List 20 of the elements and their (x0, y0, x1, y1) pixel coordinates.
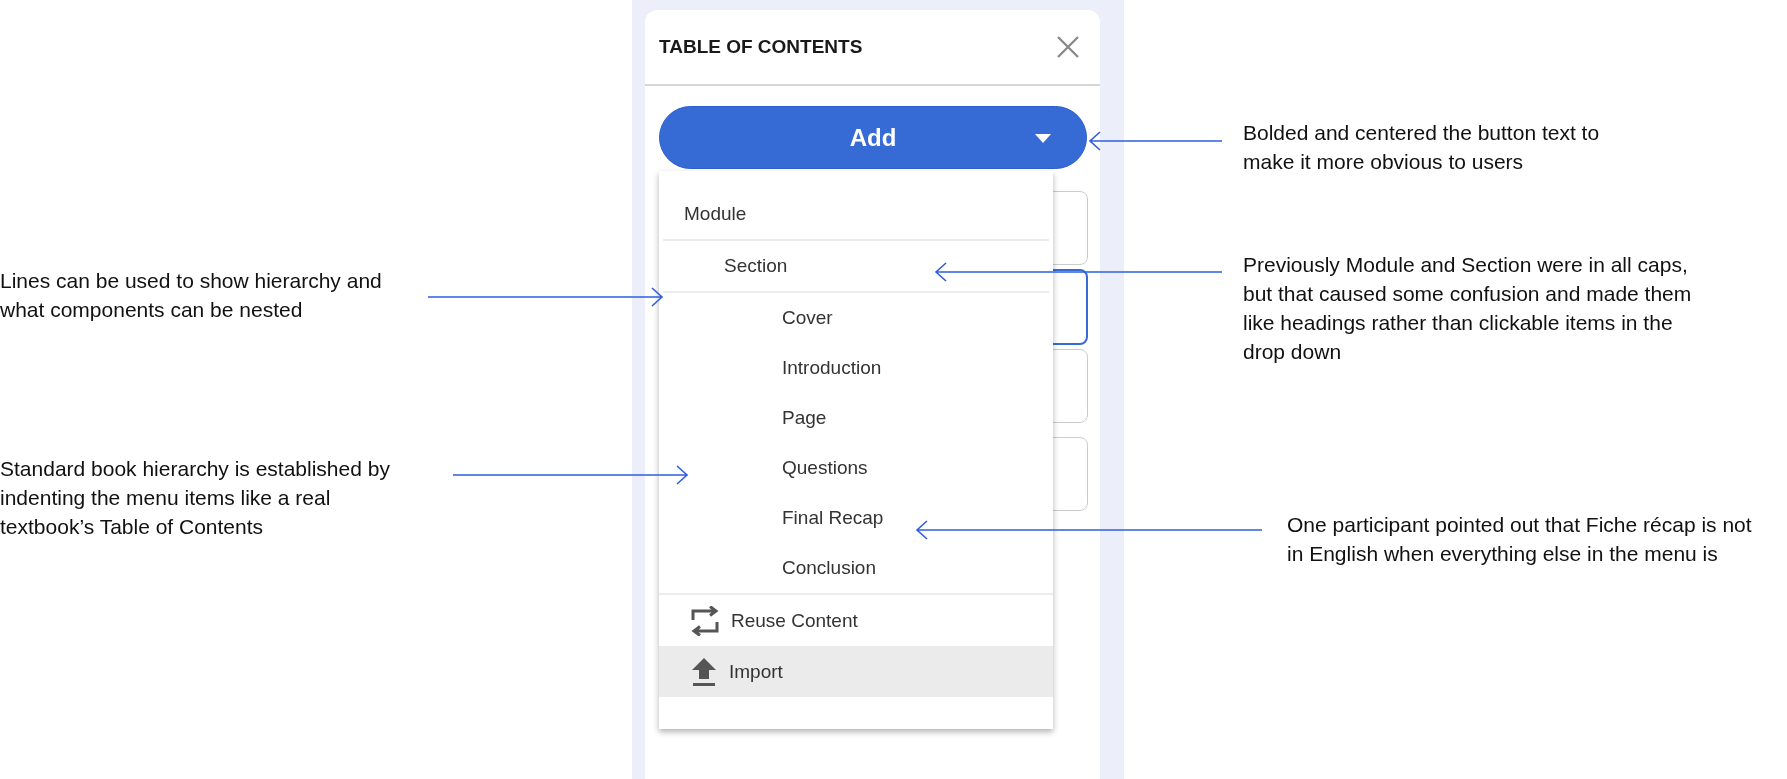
annotation-text: Previously Module and Section were in all caps, but that caused some confusion and made them like headings rather than clickable items in the drop down (1243, 252, 1693, 365)
menu-item[interactable]: Module (659, 189, 1053, 239)
menu-item[interactable]: Questions (659, 443, 1053, 493)
caret-icon (1035, 134, 1051, 143)
annotation-text: Standard book hierarchy is established by indenting the menu items like a real textbook’s Table of Contents (0, 456, 391, 540)
menu-item[interactable]: Introduction (659, 343, 1053, 393)
menu-item[interactable]: Import (659, 646, 1053, 697)
menu-item[interactable]: Section (659, 241, 1053, 291)
menu-item[interactable]: Conclusion (659, 543, 1053, 593)
menu-item[interactable]: Page (659, 393, 1053, 443)
menu-item[interactable]: Cover (659, 293, 1053, 343)
panel-title: TABLE OF CONTENTS (659, 36, 863, 58)
annotation-text: One participant pointed out that Fiche récap is not in English when everything else in the menu is (1287, 512, 1753, 567)
annotation-text: Bolded and centered the button text to make it more obvious to users (1243, 120, 1601, 175)
menu-item[interactable]: Final Recap (659, 493, 1053, 543)
add-button[interactable]: Add (659, 106, 1087, 169)
annotation-text: Lines can be used to show hierarchy and what components can be nested (0, 268, 383, 323)
repeat-icon (689, 605, 721, 636)
close-icon[interactable] (1056, 35, 1080, 59)
menu-item[interactable]: Reuse Content (659, 595, 1053, 646)
